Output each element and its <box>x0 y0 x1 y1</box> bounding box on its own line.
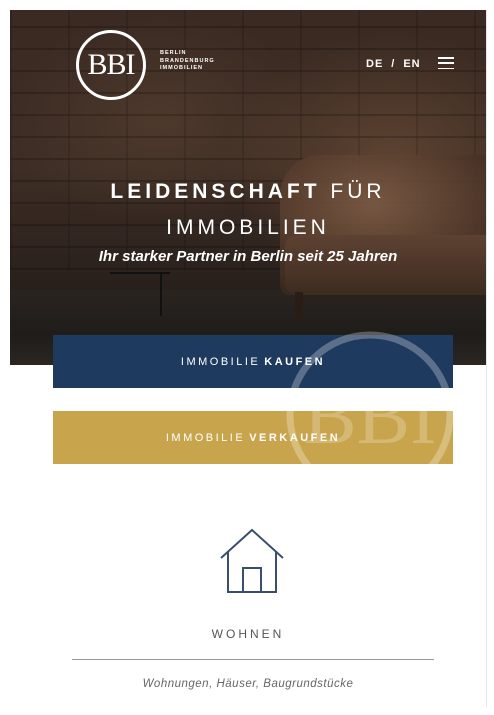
sofa-leg <box>295 292 303 320</box>
headline-rest: FÜR <box>330 180 386 203</box>
buy-button-bold: KAUFEN <box>264 355 326 368</box>
language-switcher: DE / EN <box>362 58 425 70</box>
lang-en-link[interactable]: EN <box>403 58 420 70</box>
logo-subtitle: BERLIN BRANDENBURG IMMOBILIEN <box>160 50 215 73</box>
sell-button-bold: VERKAUFEN <box>249 431 341 444</box>
hero-headline: LEIDENSCHAFT FÜR <box>10 180 486 204</box>
hero-banner: BBI BERLIN BRANDENBURG IMMOBILIEN DE / EN … <box>10 10 486 365</box>
bbi-logo[interactable]: BBI <box>76 30 146 100</box>
lang-de-link[interactable]: DE <box>366 58 383 70</box>
headline-bold: LEIDENSCHAFT <box>110 180 321 203</box>
menu-bar <box>438 62 454 64</box>
service-description: Wohnungen, Häuser, Baugrundstücke <box>142 678 354 690</box>
table-frame <box>160 272 162 316</box>
hero-headline-line2: IMMOBILIEN <box>166 216 330 239</box>
lang-separator: / <box>391 58 396 70</box>
logo-subtitle-line: BRANDENBURG <box>160 57 215 64</box>
menu-bar <box>438 67 454 69</box>
logo-subtitle-line: BERLIN <box>160 50 187 56</box>
house-icon <box>220 528 284 593</box>
sell-button-prefix: IMMOBILIE <box>165 431 246 444</box>
buy-property-button[interactable]: IMMOBILIE KAUFEN <box>53 335 453 388</box>
sofa-seat-image <box>285 235 486 295</box>
logo-subtitle-line: IMMOBILIEN <box>160 65 203 71</box>
hamburger-menu-icon[interactable] <box>438 57 454 69</box>
divider <box>72 659 434 660</box>
hero-tagline: Ihr starker Partner in Berlin seit 25 Ja… <box>98 248 398 265</box>
logo-text: BBI <box>87 48 135 81</box>
service-title[interactable]: WOHNEN <box>10 627 486 641</box>
menu-bar <box>438 57 454 59</box>
sell-property-button[interactable]: IMMOBILIE VERKAUFEN <box>53 411 453 464</box>
buy-button-prefix: IMMOBILIE <box>180 355 261 368</box>
page-frame: BBI BERLIN BRANDENBURG IMMOBILIEN DE / EN … <box>10 10 487 707</box>
